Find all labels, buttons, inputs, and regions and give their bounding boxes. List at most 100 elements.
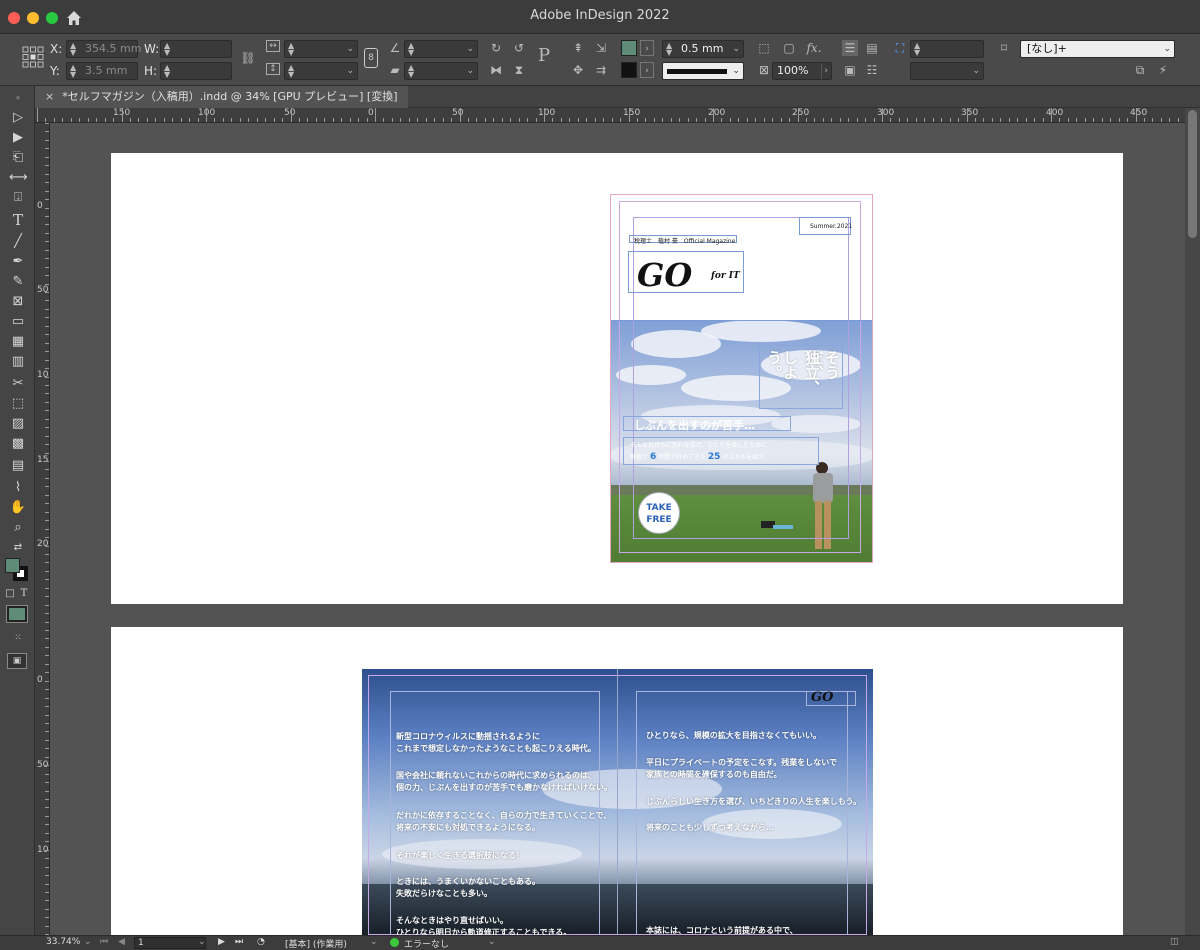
lead-copy-frame[interactable]: そんな気持ちに別れを告げ、ひとりを楽しむために 税理士 6 年間で貯めてきた 2… [623, 437, 819, 465]
rotate-ccw-icon[interactable]: ↺ [511, 40, 527, 56]
path-p-icon[interactable]: P [536, 47, 552, 65]
take-free-badge[interactable]: TAKE FREE [638, 492, 680, 534]
direct-selection-tool-icon[interactable]: ▶ [9, 130, 27, 146]
preflight-status[interactable]: エラーなし [404, 937, 449, 950]
content-collector-icon[interactable]: ⍗ [9, 190, 27, 206]
table-tool-icon[interactable]: ▦ [9, 334, 27, 350]
grid-tool-icon[interactable]: ▥ [9, 354, 27, 370]
rectangle-tool-icon[interactable]: ▭ [9, 314, 27, 330]
x-position-field[interactable]: ▲ ▼ 354.5 mm [66, 40, 141, 58]
scrollbar-thumb[interactable] [1188, 110, 1197, 238]
scale-x-field[interactable]: ▲ ▼ ⌄ [284, 40, 358, 58]
text-wrap-shape-icon[interactable]: ▣ [842, 62, 858, 78]
reference-point-icon[interactable] [22, 46, 44, 68]
select-container-icon[interactable]: ⇞ [570, 40, 586, 56]
preflight-profile[interactable]: [基本] (作業用) [285, 937, 347, 950]
screen-mode-button[interactable]: ▣ [7, 653, 27, 669]
apply-color-button[interactable] [7, 606, 27, 622]
close-tab-icon[interactable]: × [45, 90, 54, 103]
zoom-tool-icon[interactable]: ⌕ [9, 520, 27, 536]
selection-tool-icon[interactable]: ▷ [9, 110, 27, 126]
stroke-type-select[interactable]: ⌄ [662, 62, 744, 80]
stroke-menu-arrow-icon[interactable]: › [640, 62, 654, 78]
hand-tool-icon[interactable]: ✋ [9, 500, 27, 516]
stroke-swatch[interactable] [621, 62, 637, 78]
flip-vertical-icon[interactable]: ⧗ [511, 62, 527, 78]
select-previous-icon[interactable]: ⇲ [593, 40, 609, 56]
fill-swatch[interactable] [621, 40, 637, 56]
object-style-select[interactable]: [なし]+ ⌄ [1020, 40, 1175, 58]
vertical-ruler[interactable]: 0 50 100 150 200 0 50 100 [35, 123, 50, 935]
pen-tool-icon[interactable]: ✒ [9, 254, 27, 270]
vertical-headline-frame[interactable]: そうだ、 独立、 しよう。 [759, 345, 843, 409]
page-tool-icon[interactable]: ⎗ [9, 150, 27, 166]
cover-page[interactable]: Summer.2021 税理士 植村 豪 Official Magazine G… [611, 195, 872, 562]
text-wrap-bbox-icon[interactable]: ▤ [864, 40, 880, 56]
drop-shadow-icon[interactable]: ▢ [781, 40, 797, 56]
apply-none-icon[interactable]: ⁙ [9, 630, 27, 646]
zoom-dropdown-icon[interactable]: ⌄ [84, 937, 92, 947]
width-field[interactable]: ▲ ▼ [160, 40, 232, 58]
pencil-tool-icon[interactable]: ✎ [9, 274, 27, 290]
gradient-swatch-tool-icon[interactable]: ▨ [9, 416, 27, 432]
effects-fx-icon[interactable]: fx. [806, 40, 822, 56]
scale-y-field[interactable]: ▲ ▼ ⌄ [284, 62, 358, 80]
profile-dropdown-icon[interactable]: ⌄ [370, 937, 378, 947]
collapse-panel-icon[interactable]: » [9, 90, 27, 106]
preflight-dropdown-icon[interactable]: ⌄ [488, 937, 496, 947]
text-wrap-jump-icon[interactable]: ☷ [864, 62, 880, 78]
open-page-spinner-icon[interactable]: ◔ [257, 937, 265, 947]
eyedropper-tool-icon[interactable]: ⌇ [9, 480, 27, 496]
subheadline-frame[interactable]: しぶんを出すのが苦手… [623, 416, 791, 432]
split-window-icon[interactable]: ◫ [1170, 937, 1179, 947]
inner-logo-frame[interactable]: GO [806, 690, 856, 706]
opacity-field[interactable]: 100% › [772, 62, 832, 80]
rectangle-frame-tool-icon[interactable]: ⊠ [9, 294, 27, 310]
horizontal-ruler[interactable]: 150 100 50 0 50 100 150 200 250 300 350 … [35, 108, 1185, 123]
shear-angle-field[interactable]: ▲ ▼ ⌄ [404, 62, 478, 80]
date-frame[interactable]: Summer.2021 [799, 217, 852, 235]
page-number-field[interactable]: 1 [134, 937, 206, 949]
gradient-feather-tool-icon[interactable]: ▩ [9, 436, 27, 452]
rotate-cw-icon[interactable]: ↻ [488, 40, 504, 56]
constrain-proportions-icon[interactable]: ⛓ [240, 50, 256, 66]
inner-spread-page[interactable]: GO 新型コロナウィルスに動揺されるように これまで想定しなかったようなことも起… [362, 669, 873, 935]
format-text-icon[interactable]: T [18, 586, 30, 602]
corner-shape-select[interactable]: ⌄ [910, 62, 984, 80]
flip-horizontal-icon[interactable]: ⧓ [488, 62, 504, 78]
author-frame[interactable]: 税理士 植村 豪 Official Magazine [629, 235, 737, 245]
corner-size-field[interactable]: ▲ ▼ [910, 40, 984, 58]
scissors-tool-icon[interactable]: ✂ [9, 376, 27, 392]
free-transform-tool-icon[interactable]: ⬚ [9, 396, 27, 412]
rotation-angle-field[interactable]: ▲ ▼ ⌄ [404, 40, 478, 58]
vertical-scrollbar[interactable] [1185, 108, 1200, 935]
note-tool-icon[interactable]: ▤ [9, 458, 27, 474]
stroke-weight-field[interactable]: ▲ ▼ 0.5 mm ⌄ [662, 40, 744, 58]
text-wrap-none-icon[interactable]: ☰ [842, 40, 858, 56]
swap-fill-stroke-icon[interactable]: ⇄ [9, 540, 27, 556]
y-position-field[interactable]: ▲ ▼ 3.5 mm [66, 62, 138, 80]
line-tool-icon[interactable]: ╱ [9, 234, 27, 250]
zoom-level[interactable]: 33.74% [46, 937, 80, 947]
constrain-scale-button[interactable]: 8 [364, 48, 378, 68]
select-content-icon[interactable]: ✥ [570, 62, 586, 78]
document-tab[interactable]: × *セルフマガジン（入稿用）.indd @ 34% [GPU プレビュー] [変… [35, 86, 408, 108]
document-canvas[interactable]: Summer.2021 税理士 植村 豪 Official Magazine G… [50, 123, 1185, 935]
previous-page-icon[interactable]: ◀ [118, 937, 125, 947]
right-text-frame[interactable] [636, 691, 848, 935]
quick-apply-icon[interactable]: ⚡ [1155, 62, 1171, 78]
first-page-icon[interactable]: ⏮ [100, 937, 108, 947]
logo-frame[interactable]: GO for IT [628, 251, 744, 294]
height-field[interactable]: ▲ ▼ [160, 62, 232, 80]
frame-fitting-icon[interactable]: ⬚ [756, 40, 772, 56]
last-page-icon[interactable]: ⏭ [235, 937, 243, 947]
fill-menu-arrow-icon[interactable]: › [640, 40, 654, 56]
format-container-icon[interactable]: □ [4, 586, 16, 602]
auto-fit-icon[interactable]: ⛶ [892, 40, 908, 56]
panel-options-icon[interactable]: ⧉ [1132, 62, 1148, 78]
select-next-icon[interactable]: ⇉ [593, 62, 609, 78]
gap-tool-icon[interactable]: ⟷ [9, 170, 28, 186]
fill-color-box[interactable] [5, 558, 20, 573]
page-dropdown-icon[interactable]: ⌄ [198, 937, 206, 947]
type-tool-icon[interactable]: T [9, 212, 27, 228]
